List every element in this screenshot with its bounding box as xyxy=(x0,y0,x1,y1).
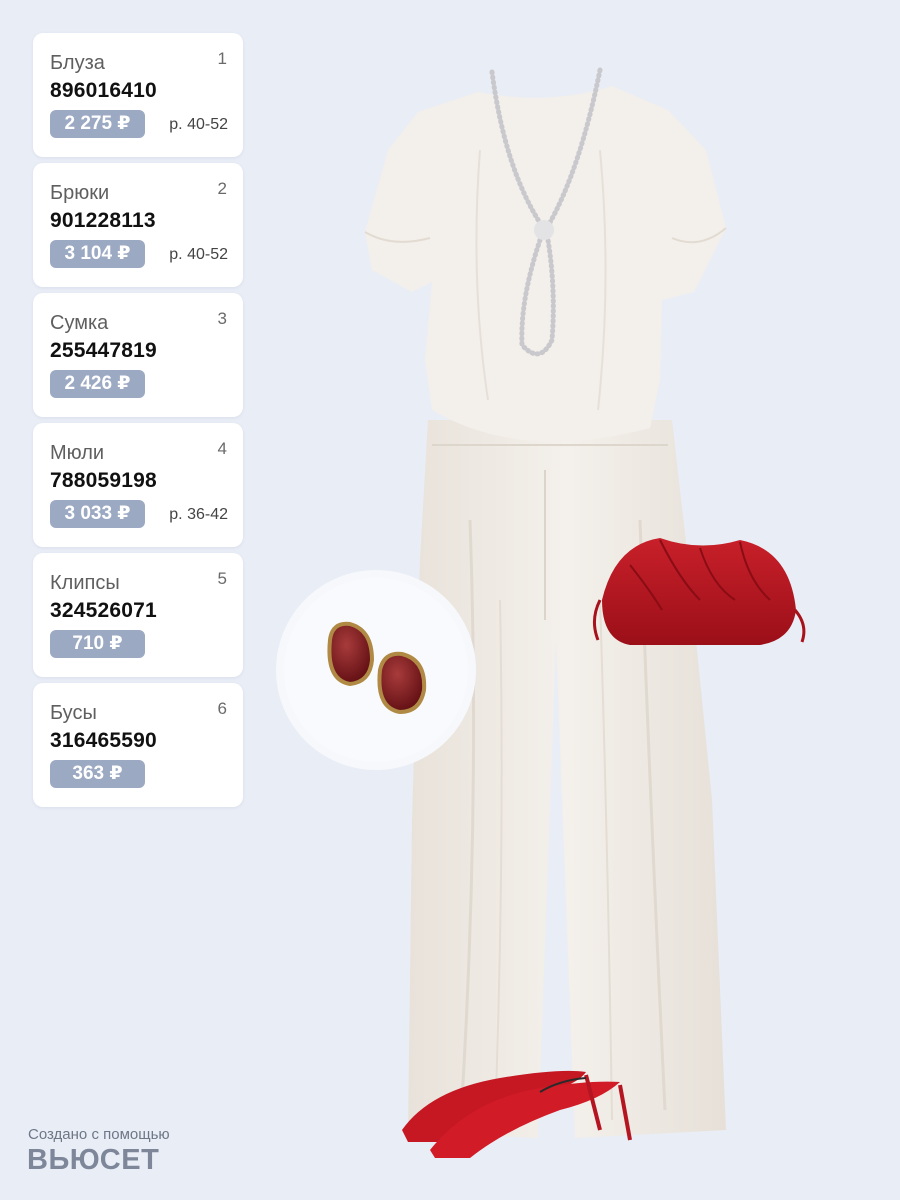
outfit-collage xyxy=(276,67,806,1158)
brand-logo: ВЬЮСЕТ xyxy=(27,1144,160,1176)
trousers-image xyxy=(408,420,726,1138)
clip-earrings-image xyxy=(276,570,476,770)
footer-caption: Создано с помощью xyxy=(28,1126,170,1143)
necklace-knot xyxy=(534,220,554,240)
blouse-image xyxy=(364,86,727,442)
